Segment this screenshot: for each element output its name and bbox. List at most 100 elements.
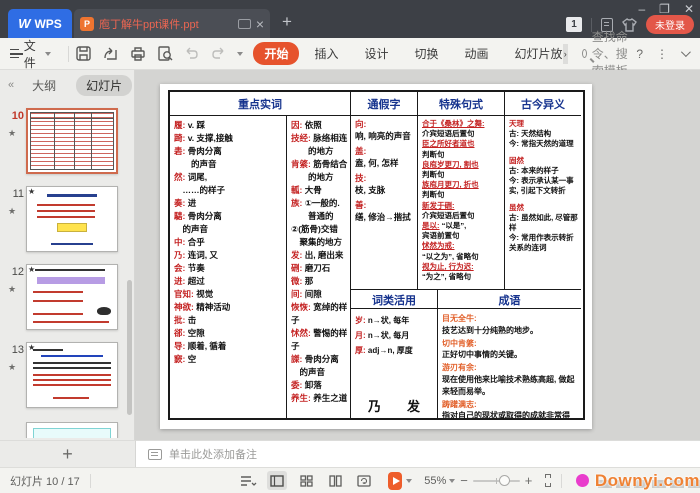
toolbar-dropdown-icon[interactable] (237, 52, 243, 56)
zoom-slider-handle[interactable] (499, 475, 510, 486)
tab-insert[interactable]: 插入 (303, 42, 349, 65)
tab-animation[interactable]: 动画 (454, 42, 500, 65)
slideshow-play-button[interactable] (388, 472, 402, 490)
entry: 肯綮: 筋骨结合 的地方 (291, 158, 349, 184)
thumbnail-list: 10 ★ ★ 11 ★ ★ 12 (0, 102, 128, 440)
play-icon (393, 477, 400, 485)
statusbar: 幻灯片 10 / 17 55% − (0, 467, 700, 493)
print-preview-icon[interactable] (156, 45, 173, 62)
fit-to-window-button[interactable] (545, 474, 551, 487)
slide-thumbnail-partial[interactable] (0, 422, 128, 438)
entry: 切中肯綮: 正好切中事情的关键。 (442, 338, 579, 362)
help-icon[interactable]: ? (636, 47, 643, 61)
zoom-level[interactable]: 55% (424, 475, 455, 487)
table-header-jushi: 特殊句式 (418, 92, 505, 116)
slide-canvas[interactable]: 重点实词 通假字 特殊句式 古今异义 履: v. 踩踦: v. 支撑,接触砉: … (136, 70, 700, 440)
wps-label: WPS (34, 17, 61, 31)
notes-placeholder: 单击此处添加备注 (169, 446, 257, 462)
loop-playback-icon[interactable] (354, 471, 374, 490)
slide-thumbnail[interactable]: 13 ★ ★ (0, 336, 128, 414)
slides-sidebar: « 大纲 幻灯片 10 ★ ★ 11 ★ ★ (0, 70, 135, 440)
login-button[interactable]: 未登录 (646, 15, 694, 34)
notes-icon (148, 449, 162, 460)
file-menu[interactable]: 文件 (0, 37, 61, 71)
slide-sorter-icon[interactable] (296, 471, 316, 490)
entry: 批: 击 (174, 314, 285, 327)
entry: 养生: 养生之道 (291, 392, 349, 405)
save-icon[interactable] (75, 45, 92, 62)
zoom-slider[interactable] (473, 480, 520, 482)
minimize-button[interactable]: – (638, 2, 645, 16)
maximize-button[interactable]: ❐ (659, 2, 670, 16)
entry: 奏: 进 (174, 197, 285, 210)
close-button[interactable]: ✕ (684, 2, 694, 16)
reading-view-icon[interactable] (325, 471, 345, 490)
export-icon[interactable] (102, 45, 119, 62)
entry: 乃: 连词, 又 (174, 249, 285, 262)
redo-icon[interactable] (210, 45, 227, 62)
notes-toggle-icon[interactable] (238, 471, 258, 490)
tab-outline[interactable]: 大纲 (22, 75, 66, 96)
entry: 神欲: 精神活动 (174, 301, 285, 314)
section-huoyong: 词类活用 岁: n→状, 每年月: n→状, 每月厚: adj→n, 厚度 乃 … (351, 290, 438, 418)
slide-thumbnail[interactable]: 12 ★ ★ (0, 258, 128, 336)
wps-home-tab[interactable]: W WPS (8, 9, 72, 38)
normal-view-icon[interactable] (267, 471, 287, 490)
tab-pin-icon[interactable] (238, 19, 251, 29)
slide-thumbnail[interactable]: 11 ★ ★ (0, 180, 128, 258)
add-slide-area: + (0, 440, 136, 467)
entry: 向: 响, 响亮的声音 (355, 119, 416, 142)
current-slide[interactable]: 重点实词 通假字 特殊句式 古今异义 履: v. 踩踦: v. 支撑,接触砉: … (160, 84, 592, 429)
tab-close-icon[interactable]: × (256, 17, 264, 31)
print-icon[interactable] (129, 45, 146, 62)
entry: 合于《桑林》之舞: 介宾短语后置句 (422, 119, 503, 139)
message-count-badge[interactable]: 1 (566, 17, 582, 32)
tab-slides[interactable]: 幻灯片 (76, 75, 132, 96)
slide-thumbnail[interactable]: 10 ★ ★ (0, 102, 128, 180)
sidebar-tabs: « 大纲 幻灯片 (0, 70, 134, 100)
table-header-shici: 重点实词 (170, 92, 351, 116)
watermark-zone: Downyi.com (576, 471, 700, 491)
notes-bar[interactable]: 单击此处添加备注 (136, 440, 700, 467)
animation-star-icon: ★ (8, 362, 16, 373)
document-title: 庖丁解牛ppt课件.ppt (99, 16, 233, 32)
slide-thumbnail-preview[interactable]: ★ (26, 108, 118, 174)
view-switcher (238, 471, 374, 490)
entry: 虽然 古: 虽然如此, 尽管那样 今: 常用作表示转折关系的连词 (509, 203, 580, 253)
animation-star-icon: ★ (8, 128, 16, 139)
new-tab-button[interactable]: + (282, 12, 292, 32)
entry: 臣之所好者道也 判断句 (422, 139, 503, 159)
wps-presentation-window: W WPS P 庖丁解牛ppt课件.ppt × + – ❐ ✕ 1 未登录 (0, 0, 700, 493)
play-options-icon[interactable] (406, 479, 412, 483)
slide-number: 11 (4, 188, 24, 200)
tab-home[interactable]: 开始 (253, 42, 299, 65)
zoom-out-button[interactable]: − (455, 473, 473, 488)
tab-slideshow[interactable]: 幻灯片放 (504, 42, 565, 65)
entry: 视为止, 行为迟: “为之”, 省略句 (422, 262, 503, 282)
entry: 履: v. 踩 (174, 119, 285, 132)
column-jushi: 合于《桑林》之舞: 介宾短语后置句臣之所好者道也 判断句良庖岁更刀, 割也 判断… (418, 116, 505, 290)
wps-logo-icon: W (18, 16, 30, 31)
ribbon-scroll-right-icon[interactable]: › (563, 44, 568, 64)
undo-icon[interactable] (183, 45, 200, 62)
collapse-ribbon-icon[interactable] (681, 47, 691, 57)
more-menu-icon[interactable]: ⋮ (656, 47, 668, 61)
add-slide-button[interactable]: + (62, 446, 73, 462)
slide-counter: 幻灯片 10 / 17 (0, 473, 90, 489)
slide-thumbnail-preview[interactable]: ★ (26, 264, 118, 330)
collapse-sidebar-icon[interactable]: « (8, 79, 12, 91)
entry: 月: n→状, 每月 (355, 328, 435, 343)
sidebar-scrollbar[interactable] (127, 280, 132, 415)
slide-thumbnail-preview[interactable]: ★ (26, 186, 118, 252)
entry: 间: 间隙 (291, 288, 349, 301)
chengyu-header: 成语 (438, 290, 581, 309)
document-tab[interactable]: P 庖丁解牛ppt课件.ppt × (74, 9, 270, 38)
entry: 謋: 骨肉分离 的声音 (291, 353, 349, 379)
entry: 恢恢: 宽绰的样子 (291, 301, 349, 327)
promo-dot-icon[interactable] (576, 474, 589, 487)
zoom-in-button[interactable]: + (520, 473, 538, 488)
tab-design[interactable]: 设计 (354, 42, 400, 65)
slide-thumbnail-preview[interactable]: ★ (26, 342, 118, 408)
entry: 砉: 骨肉分离 的声音 (174, 145, 285, 171)
tab-transition[interactable]: 切换 (404, 42, 450, 65)
